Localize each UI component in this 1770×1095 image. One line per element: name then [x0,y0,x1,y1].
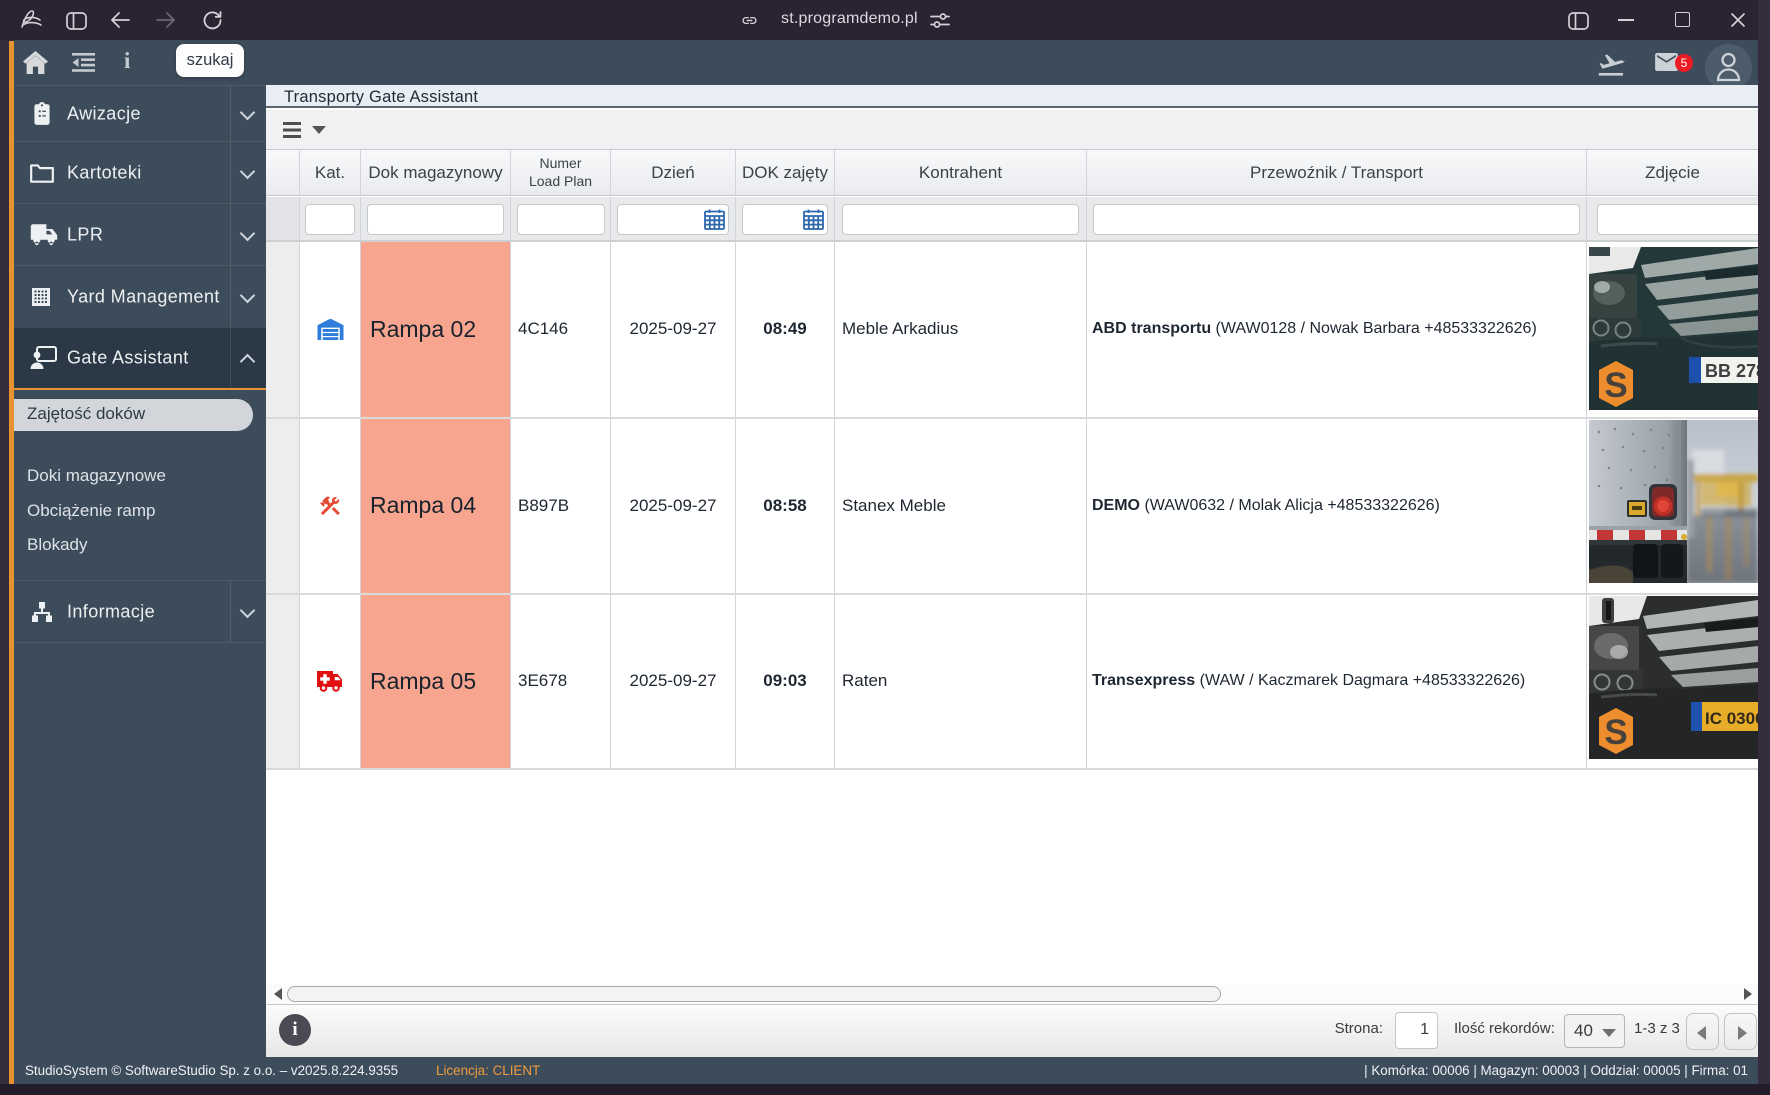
svg-text:S: S [1604,366,1627,405]
svg-text:IC 0306: IC 0306 [1705,709,1758,728]
svg-text:BB 278: BB 278 [1705,361,1758,381]
svg-text:S: S [1604,713,1627,752]
